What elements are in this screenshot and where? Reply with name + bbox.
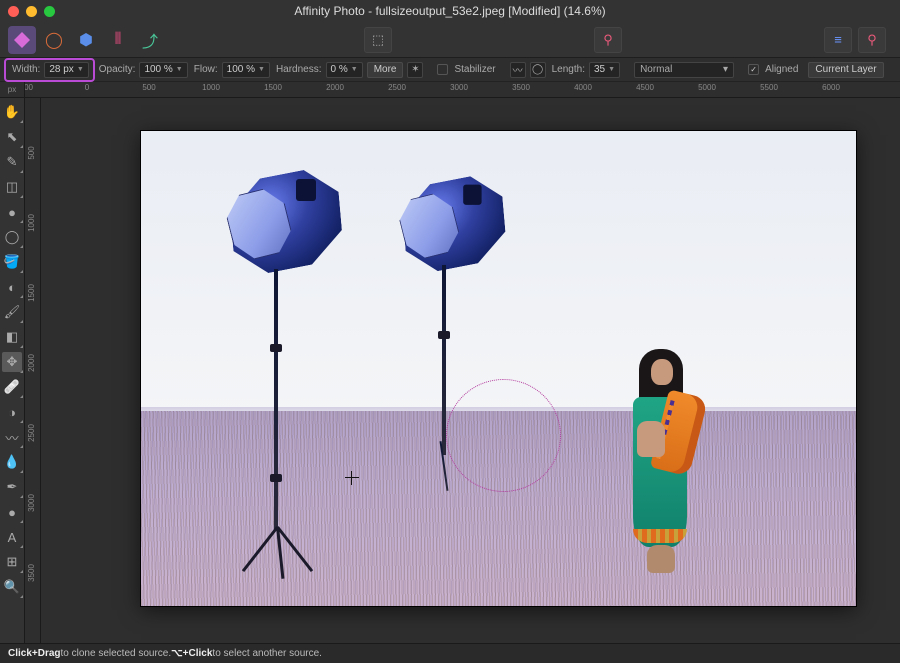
text-tool[interactable]: A [2,527,22,547]
ruler-tick: -500 [25,83,33,92]
softbox-light-2 [389,171,519,281]
tool-strip: ✋ ⬉ ✎ ◫ ● ◯ 🪣 ◐ 🖌 ◧ ✥ 🩹 ◑ 〰 💧 ✒ ● A ⊞ 🔍 [0,98,25,643]
ruler-tick: 3000 [27,494,36,512]
blend-mode-select[interactable]: Normal▾ [634,62,734,78]
canvas-area[interactable] [41,98,900,643]
hardness-label: Hardness: [276,64,322,75]
ruler-tick: 1000 [202,83,220,92]
ruler-tick: 5500 [760,83,778,92]
ruler-tick: 1000 [27,214,36,232]
force-pixel-alignment-button[interactable]: ⚲ [858,27,886,53]
aligned-checkbox[interactable]: ✓ [748,64,759,75]
opacity-label: Opacity: [99,64,136,75]
rope-stabilizer-icon[interactable]: 〰 [510,62,526,78]
close-window-button[interactable] [8,6,19,17]
ruler-tick: 4500 [636,83,654,92]
clone-brush-cursor [446,379,561,492]
move-tool[interactable]: ⬉ [2,127,22,147]
length-label: Length: [552,64,585,75]
ruler-tick: 2500 [27,424,36,442]
ruler-unit: px [0,82,25,97]
opacity-field[interactable]: 100 %▼ [139,62,187,78]
ruler-left: 500 1000 1500 2000 2500 3000 3500 [25,98,41,643]
persona-toolbar: ◯ ⬢ ⫴ ⤴ ⬚ ⚲ ≡ ⚲ [0,22,900,58]
minimize-window-button[interactable] [26,6,37,17]
ruler-tick: 3500 [27,564,36,582]
marquee-tool[interactable]: ◯ [2,227,22,247]
document-canvas[interactable] [141,131,856,606]
persona-tonemap[interactable]: ⫴ [104,26,132,54]
ruler-tick: 4000 [574,83,592,92]
window-stabilizer-icon[interactable]: ◯ [530,62,546,78]
ruler-tick: 2000 [27,354,36,372]
person [615,349,705,579]
smudge-tool[interactable]: 〰 [2,427,22,447]
ruler-tick: 0 [85,83,89,92]
stabilizer-checkbox[interactable] [437,64,448,75]
status-hint-key-2: ⌥+Click [171,648,212,659]
inpainting-tool[interactable]: 🩹 [2,377,22,397]
hand-tool[interactable]: ✋ [2,102,22,122]
width-label: Width: [12,64,40,75]
hardness-field[interactable]: 0 %▼ [326,62,363,78]
persona-export[interactable]: ⤴ [136,26,164,54]
alignment-button[interactable]: ≡ [824,27,852,53]
clone-source-crosshair [345,471,359,485]
ruler-tick: 2000 [326,83,344,92]
zoom-tool[interactable]: 🔍 [2,577,22,597]
status-hint-key-1: Click+Drag [8,648,61,659]
status-bar: Click+Drag to clone selected source. ⌥+C… [0,643,900,663]
dodge-tool[interactable]: ◑ [2,402,22,422]
window-title: Affinity Photo - fullsizeoutput_53e2.jpe… [0,4,900,18]
crop-tool[interactable]: ◫ [2,177,22,197]
titlebar: Affinity Photo - fullsizeoutput_53e2.jpe… [0,0,900,22]
ruler-tick: 500 [142,83,155,92]
ruler-top: px -500 0 500 1000 1500 2000 2500 3000 3500 4000 4… [0,82,900,98]
stabilizer-label: Stabilizer [454,64,495,75]
ruler-tick: 2500 [388,83,406,92]
ruler-tick: 1500 [27,284,36,302]
color-picker-tool[interactable]: ✎ [2,152,22,172]
pen-tool[interactable]: ✒ [2,477,22,497]
ruler-tick: 3000 [450,83,468,92]
shape-tool[interactable]: ● [2,502,22,522]
flow-field[interactable]: 100 %▼ [222,62,270,78]
persona-develop[interactable]: ⬢ [72,26,100,54]
ruler-tick: 3500 [512,83,530,92]
width-field[interactable]: 28 px▼ [44,62,88,78]
source-select[interactable]: Current Layer [808,62,883,78]
persona-photo[interactable] [8,26,36,54]
erase-tool[interactable]: ◧ [2,327,22,347]
flood-fill-tool[interactable]: 🪣 [2,252,22,272]
clone-tool[interactable]: ✥ [2,352,22,372]
paint-brush-tool[interactable]: 🖌 [2,302,22,322]
mesh-warp-tool[interactable]: ⊞ [2,552,22,572]
gradient-tool[interactable]: ◐ [2,277,22,297]
snapping-button[interactable]: ⚲ [594,27,622,53]
persona-liquify[interactable]: ◯ [40,26,68,54]
selection-mode-button[interactable]: ⬚ [364,27,392,53]
brush-panel-icon[interactable]: ✶ [407,62,423,78]
aligned-label: Aligned [765,64,798,75]
ruler-tick: 500 [27,146,36,159]
context-toolbar: Width: 28 px▼ Opacity: 100 %▼ Flow: 100 … [0,58,900,82]
flow-label: Flow: [194,64,218,75]
zoom-window-button[interactable] [44,6,55,17]
selection-brush-tool[interactable]: ● [2,202,22,222]
more-button[interactable]: More [367,62,404,78]
blur-tool[interactable]: 💧 [2,452,22,472]
ruler-tick: 5000 [698,83,716,92]
softbox-light-1 [221,169,351,279]
ruler-tick: 6000 [822,83,840,92]
length-field[interactable]: 35▼ [589,62,620,78]
window-controls [0,6,55,17]
ruler-tick: 1500 [264,83,282,92]
